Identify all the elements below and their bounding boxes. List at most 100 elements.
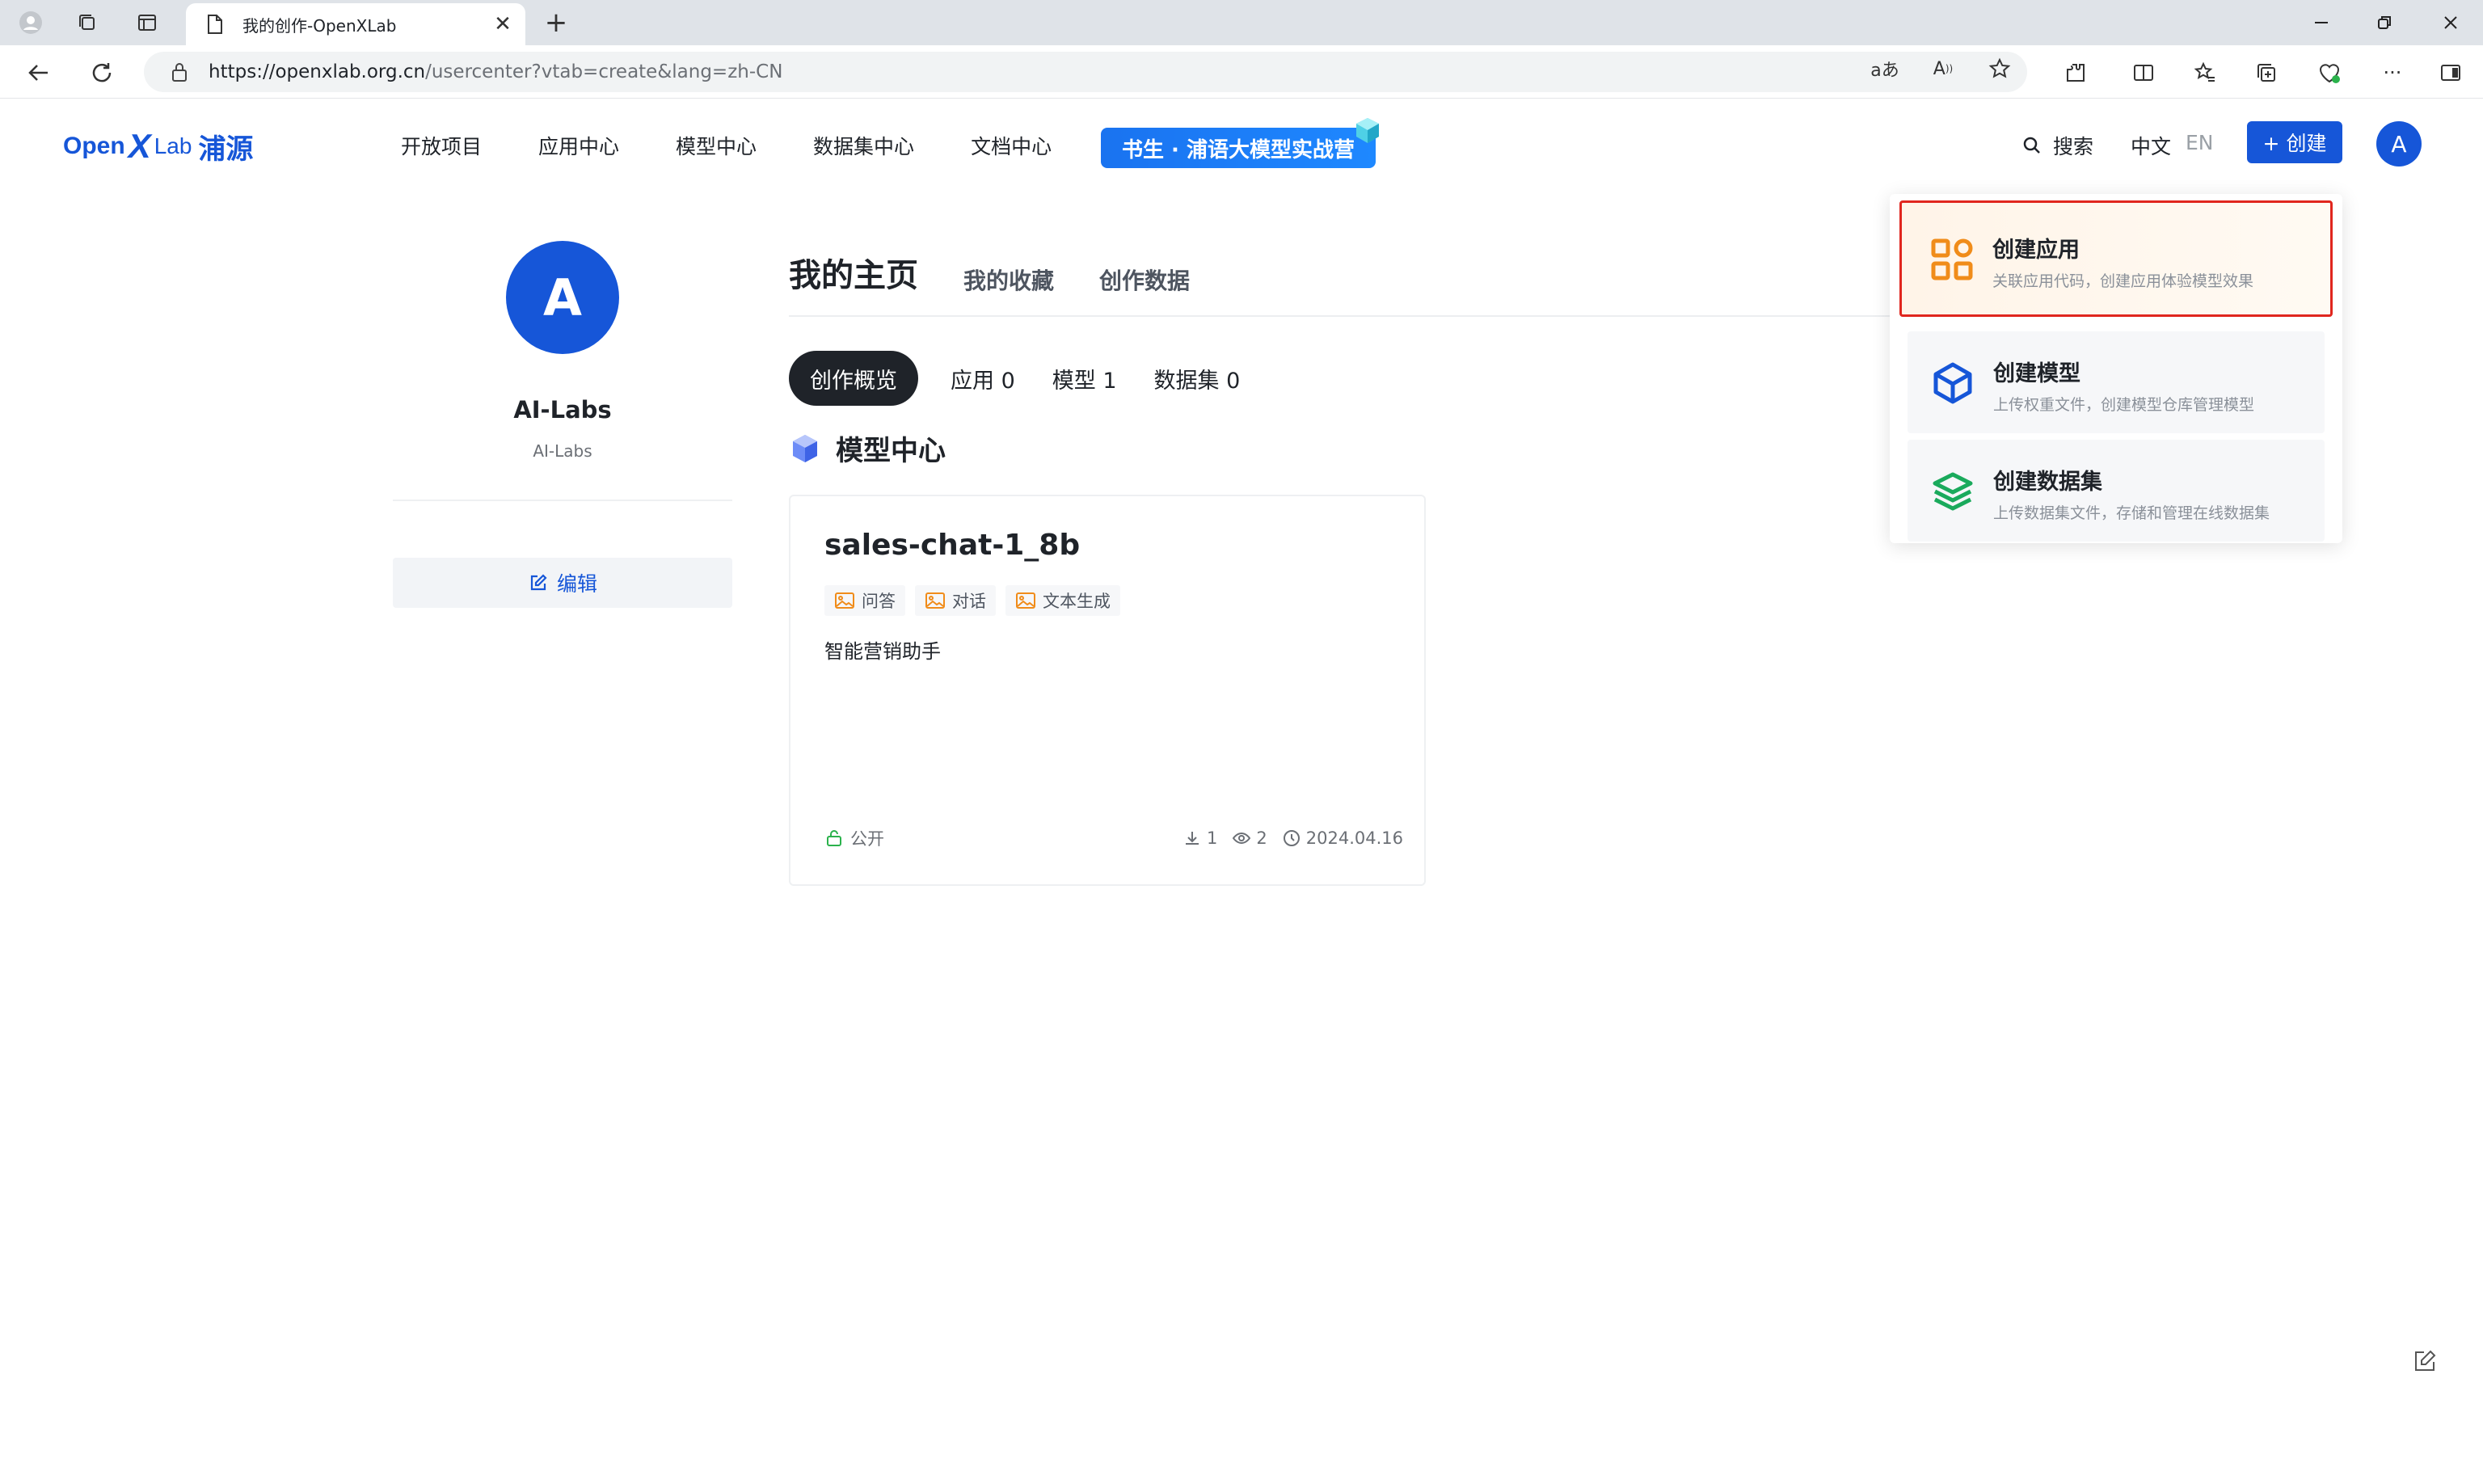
download-count: 1 xyxy=(1182,828,1217,848)
model-stats: 1 2 2024.04.16 xyxy=(1168,828,1403,848)
download-icon xyxy=(1182,828,1202,848)
read-aloud-icon[interactable]: A)) xyxy=(1927,53,1959,85)
view-count: 2 xyxy=(1232,828,1267,848)
nav-model-center[interactable]: 模型中心 xyxy=(676,131,757,160)
restore-icon[interactable] xyxy=(2362,6,2407,39)
more-options-icon[interactable]: ··· xyxy=(2375,55,2410,91)
tag-label: 文本生成 xyxy=(1043,592,1111,611)
new-tab-button[interactable]: + xyxy=(540,6,572,39)
tab-title: 我的创作-OpenXLab xyxy=(242,15,397,36)
create-model-item[interactable]: 创建模型 上传权重文件，创建模型仓库管理模型 xyxy=(1908,331,2325,433)
browser-tab-bar: 我的创作-OpenXLab ✕ + xyxy=(0,0,2483,45)
url-field[interactable]: https://openxlab.org.cn/usercenter?vtab=… xyxy=(144,52,2027,92)
subtab-apps[interactable]: 应用 0 xyxy=(951,363,1015,394)
sidebar-toggle-icon[interactable] xyxy=(2433,55,2468,91)
subtab-overview[interactable]: 创作概览 xyxy=(789,351,918,406)
favorites-icon[interactable] xyxy=(2187,55,2223,91)
tab-my-favorites[interactable]: 我的收藏 xyxy=(963,263,1054,296)
tag-label: 对话 xyxy=(952,592,986,611)
nav-app-center[interactable]: 应用中心 xyxy=(538,131,619,160)
nav-dataset-center[interactable]: 数据集中心 xyxy=(813,131,914,160)
section-title-text: 模型中心 xyxy=(836,435,946,467)
dataset-layers-icon xyxy=(1930,469,1975,514)
image-icon xyxy=(925,592,945,609)
profile-icon[interactable] xyxy=(15,6,47,39)
lang-en-link[interactable]: EN xyxy=(2186,131,2214,154)
tag-text-gen: 文本生成 xyxy=(1005,585,1120,616)
favorite-star-icon[interactable] xyxy=(1983,53,2016,85)
user-avatar[interactable]: A xyxy=(2376,121,2422,167)
logo-cn-text: 浦源 xyxy=(198,133,254,166)
collections-icon[interactable] xyxy=(2249,55,2284,91)
tag-label: 问答 xyxy=(862,592,896,611)
tab-actions-icon[interactable] xyxy=(131,6,163,39)
view-value: 2 xyxy=(1256,828,1267,848)
edit-profile-button[interactable]: 编辑 xyxy=(393,558,732,608)
profile-username: AI-Labs xyxy=(533,441,592,461)
url-path: /usercenter?vtab=create&lang=zh-CN xyxy=(425,61,783,82)
tab-creation-data[interactable]: 创作数据 xyxy=(1099,263,1190,296)
main-nav: 开放项目 应用中心 模型中心 数据集中心 文档中心 xyxy=(401,131,1108,160)
workspaces-icon[interactable] xyxy=(71,6,103,39)
subtab-models[interactable]: 模型 1 xyxy=(1052,363,1117,394)
model-card[interactable]: sales-chat-1_8b 问答 对话 文本生成 智能营销助手 公开 1 2… xyxy=(789,495,1426,886)
create-dataset-item[interactable]: 创建数据集 上传数据集文件，存储和管理在线数据集 xyxy=(1908,440,2325,542)
update-date: 2024.04.16 xyxy=(1282,828,1403,848)
date-value: 2024.04.16 xyxy=(1305,828,1403,848)
tag-qa: 问答 xyxy=(824,585,905,616)
active-tab[interactable]: 我的创作-OpenXLab ✕ xyxy=(186,3,525,45)
create-app-item[interactable]: 创建应用 关联应用代码，创建应用体验模型效果 xyxy=(1899,200,2333,317)
edit-icon xyxy=(528,572,549,593)
create-app-title: 创建应用 xyxy=(1992,238,2080,263)
profile-name: AI-Labs xyxy=(513,396,612,424)
model-center-cube-icon xyxy=(793,434,817,462)
profile-divider xyxy=(393,500,732,501)
extensions-icon[interactable] xyxy=(2058,55,2093,91)
feedback-edit-icon[interactable] xyxy=(2407,1343,2443,1379)
browser-essentials-icon[interactable] xyxy=(2312,55,2347,91)
split-screen-icon[interactable] xyxy=(2126,55,2161,91)
search-button[interactable]: 搜索 xyxy=(2021,131,2093,160)
profile-avatar: A xyxy=(506,241,619,354)
model-tags: 问答 对话 文本生成 xyxy=(824,585,1130,616)
visibility-label: 公开 xyxy=(850,829,884,849)
close-window-icon[interactable] xyxy=(2428,6,2473,39)
nav-open-projects[interactable]: 开放项目 xyxy=(401,131,482,160)
tab-my-home[interactable]: 我的主页 xyxy=(789,249,918,296)
logo-open-text: Open xyxy=(63,133,125,159)
address-bar-row: https://openxlab.org.cn/usercenter?vtab=… xyxy=(0,45,2483,99)
lang-zh-link[interactable]: 中文 xyxy=(2131,131,2171,160)
logo-x-text: X xyxy=(128,127,151,165)
lock-icon[interactable] xyxy=(168,61,191,83)
refresh-icon[interactable] xyxy=(84,55,120,91)
model-card-footer: 公开 1 2 2024.04.16 xyxy=(824,826,1403,850)
promo-banner[interactable]: 书生 · 浦语大模型实战营 xyxy=(1101,128,1376,168)
url-text: https://openxlab.org.cn/usercenter?vtab=… xyxy=(209,61,2027,82)
unlock-icon xyxy=(824,828,844,848)
page-icon xyxy=(204,13,226,36)
app-grid-icon xyxy=(1929,237,1975,282)
model-title[interactable]: sales-chat-1_8b xyxy=(824,529,1080,562)
subtab-datasets[interactable]: 数据集 0 xyxy=(1154,363,1241,394)
translate-icon[interactable]: aあ xyxy=(1869,53,1901,85)
url-host: https://openxlab.org.cn xyxy=(209,61,426,82)
nav-docs-center[interactable]: 文档中心 xyxy=(971,131,1052,160)
logo-lab-text: Lab xyxy=(154,133,192,158)
image-icon xyxy=(835,592,854,609)
visibility-badge: 公开 xyxy=(824,826,884,850)
create-dropdown: 创建应用 关联应用代码，创建应用体验模型效果 创建模型 上传权重文件，创建模型仓… xyxy=(1890,194,2342,543)
back-icon[interactable] xyxy=(21,55,57,91)
eye-icon xyxy=(1232,828,1251,848)
clock-icon xyxy=(1282,828,1301,848)
openxlab-logo[interactable]: Open X Lab 浦源 xyxy=(63,127,253,166)
promo-cube-icon xyxy=(1356,118,1379,143)
create-model-desc: 上传权重文件，创建模型仓库管理模型 xyxy=(1993,396,2255,414)
sub-tabs: 创作概览 应用 0 模型 1 数据集 0 xyxy=(789,351,1277,406)
section-model-center: 模型中心 xyxy=(789,428,946,468)
create-button[interactable]: + 创建 xyxy=(2247,121,2342,163)
tag-dialog: 对话 xyxy=(915,585,996,616)
close-tab-icon[interactable]: ✕ xyxy=(488,10,517,39)
tabs-divider xyxy=(789,315,1904,317)
create-app-desc: 关联应用代码，创建应用体验模型效果 xyxy=(1992,272,2254,290)
minimize-icon[interactable] xyxy=(2299,6,2344,39)
